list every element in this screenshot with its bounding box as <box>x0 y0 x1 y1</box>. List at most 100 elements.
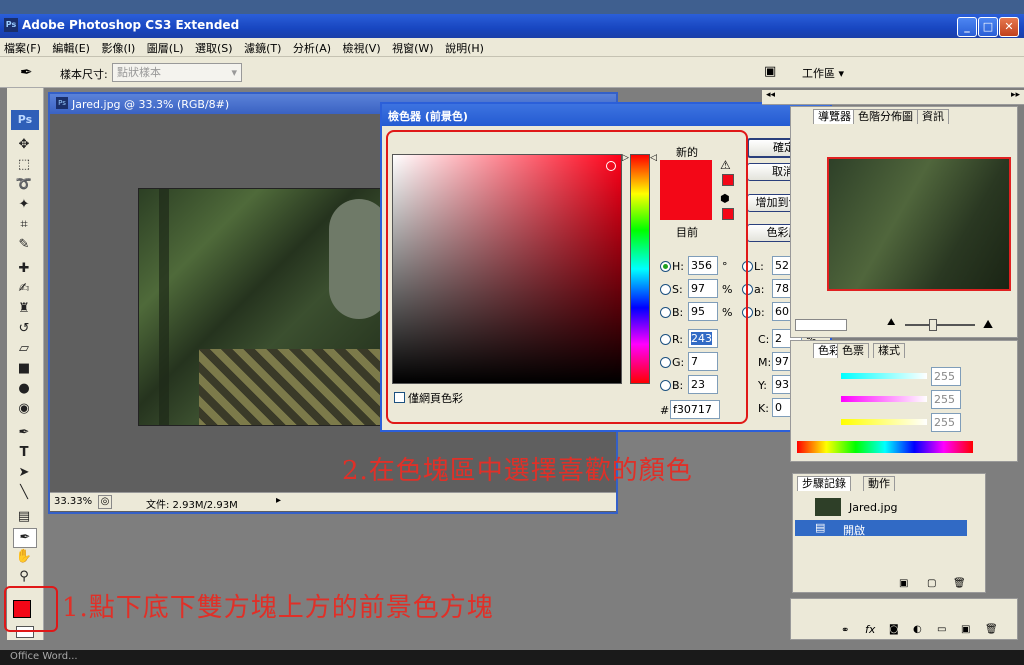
menu-file[interactable]: 檔案(F) <box>0 38 45 56</box>
camera-icon[interactable]: ▣ <box>764 64 776 79</box>
new-snapshot-icon[interactable]: ▣ <box>899 578 908 589</box>
eyedropper-tool-icon[interactable]: ✒ <box>13 528 37 548</box>
new-document-icon[interactable]: ▢ <box>927 578 936 589</box>
snapshot-name: Jared.jpg <box>849 501 898 514</box>
brush-tool-icon[interactable]: ✍ <box>13 280 35 298</box>
sample-size-value: 點狀樣本 <box>117 66 161 79</box>
healing-brush-icon[interactable]: ✚ <box>13 260 35 278</box>
link-layers-icon[interactable]: ⚭ <box>841 625 849 636</box>
menu-layer[interactable]: 圖層(L) <box>143 38 188 56</box>
menu-help[interactable]: 說明(H) <box>441 38 488 56</box>
document-status-bar: 33.33% ◎ 文件: 2.93M/2.93M ▸ <box>50 492 616 511</box>
zoom-in-icon[interactable]: ⛰ <box>983 317 993 332</box>
color-ramp[interactable] <box>797 441 973 453</box>
dodge-tool-icon[interactable]: ◉ <box>13 400 35 418</box>
trash-icon[interactable]: 🗑 <box>953 578 966 589</box>
title-bar: Ps Adobe Photoshop CS3 Extended _ □ ✕ <box>0 14 1024 38</box>
picker-title-bar[interactable]: 檢色器 (前景色) ✕ <box>382 104 830 126</box>
file-info: 文件: 2.93M/2.93M <box>146 500 238 511</box>
blur-tool-icon[interactable]: ● <box>13 380 35 398</box>
history-item-open[interactable]: ▤ 開啟 <box>795 520 967 537</box>
annotation-step2: 2.在色塊區中選擇喜歡的顏色 <box>342 456 693 486</box>
fx-icon[interactable]: fx <box>865 623 875 636</box>
toolbox: Ps ✥ ⬚ ➰ ✦ ⌗ ✎ ✚ ✍ ♜ ↺ ▱ ■ ● ◉ ✒ T ➤ ╲ ▤… <box>7 88 44 640</box>
tab-histogram[interactable]: 色階分佈圖 <box>853 109 918 124</box>
zoom-tool-icon[interactable]: ⚲ <box>13 568 35 586</box>
menu-window[interactable]: 視窗(W) <box>388 38 437 56</box>
menu-analysis[interactable]: 分析(A) <box>289 38 335 56</box>
hand-tool-icon[interactable]: ✋ <box>13 548 35 566</box>
image-face <box>329 199 385 319</box>
magic-wand-icon[interactable]: ✦ <box>13 196 35 214</box>
menu-filter[interactable]: 濾鏡(T) <box>240 38 285 56</box>
expand-arrows-icon[interactable]: ▸▸ <box>1011 90 1020 100</box>
panel-dock-header: ◂◂ ▸▸ <box>762 90 1024 105</box>
document-image[interactable] <box>138 188 386 426</box>
notes-tool-icon[interactable]: ▤ <box>13 508 35 526</box>
zoom-slider-thumb[interactable] <box>929 319 937 331</box>
history-brush-icon[interactable]: ↺ <box>13 320 35 338</box>
menu-edit[interactable]: 編輯(E) <box>48 38 94 56</box>
sample-size-select[interactable]: 點狀樣本 ▾ <box>112 63 242 82</box>
move-tool-icon[interactable]: ✥ <box>13 136 35 154</box>
menu-bar: 檔案(F) 編輯(E) 影像(I) 圖層(L) 選取(S) 濾鏡(T) 分析(A… <box>0 38 1024 57</box>
menu-image[interactable]: 影像(I) <box>97 38 139 56</box>
slice-tool-icon[interactable]: ✎ <box>13 236 35 254</box>
crop-tool-icon[interactable]: ⌗ <box>13 216 35 234</box>
zoom-level[interactable]: 33.33% <box>54 496 92 507</box>
options-bar: ✒ 樣本尺寸: 點狀樣本 ▾ ▣ 工作區 ▾ <box>0 57 1024 88</box>
eyedropper-icon[interactable]: ✒ <box>20 63 33 81</box>
image-shadow <box>159 189 169 425</box>
status-menu-icon[interactable]: ◎ <box>98 495 112 509</box>
b-value[interactable]: 255 <box>931 413 961 432</box>
picker-title: 檢色器 (前景色) <box>388 110 468 123</box>
collapse-arrows-icon[interactable]: ◂◂ <box>766 90 775 100</box>
g-value[interactable]: 255 <box>931 390 961 409</box>
pen-tool-icon[interactable]: ✒ <box>13 424 35 442</box>
taskbar-item[interactable]: Office Word... <box>10 651 78 662</box>
b-color-slider[interactable] <box>841 419 927 425</box>
clone-stamp-icon[interactable]: ♜ <box>13 300 35 318</box>
tab-history[interactable]: 步驟記錄 <box>797 476 851 491</box>
history-snapshot-row[interactable]: Jared.jpg <box>799 498 979 516</box>
type-tool-icon[interactable]: T <box>13 444 35 462</box>
window-title: Adobe Photoshop CS3 Extended <box>22 18 240 32</box>
adjustment-icon[interactable]: ◐ <box>913 624 922 635</box>
ps-logo: Ps <box>11 110 39 130</box>
tab-info[interactable]: 資訊 <box>917 109 949 124</box>
new-layer-icon[interactable]: ▣ <box>961 624 970 635</box>
color-panel: 色彩 色票 樣式 255 255 255 <box>790 340 1018 462</box>
delete-layer-icon[interactable]: 🗑 <box>985 624 998 635</box>
chevron-down-icon: ▾ <box>231 66 237 79</box>
path-select-icon[interactable]: ➤ <box>13 464 35 482</box>
highlight-foreground-swatch <box>4 586 58 632</box>
tab-actions[interactable]: 動作 <box>863 476 895 491</box>
g-color-slider[interactable] <box>841 396 927 402</box>
status-arrow-icon[interactable]: ▸ <box>276 495 281 506</box>
minimize-button[interactable]: _ <box>957 17 977 37</box>
workspace-menu[interactable]: 工作區 ▾ <box>802 65 844 81</box>
zoom-out-icon[interactable]: ⛰ <box>887 317 895 328</box>
close-button[interactable]: ✕ <box>999 17 1019 37</box>
navigator-thumbnail[interactable] <box>827 157 1011 291</box>
image-shirt <box>199 349 385 425</box>
lab-b-label: b: <box>754 306 765 319</box>
document-title: Jared.jpg @ 33.3% (RGB/8#) <box>72 98 230 111</box>
nav-zoom-box[interactable] <box>795 319 847 331</box>
folder-icon[interactable]: ▭ <box>937 624 946 635</box>
gradient-tool-icon[interactable]: ■ <box>13 360 35 378</box>
marquee-tool-icon[interactable]: ⬚ <box>13 156 35 174</box>
r-value[interactable]: 255 <box>931 367 961 386</box>
lasso-tool-icon[interactable]: ➰ <box>13 176 35 194</box>
tab-swatches[interactable]: 色票 <box>837 343 869 358</box>
r-color-slider[interactable] <box>841 373 927 379</box>
menu-view[interactable]: 檢視(V) <box>339 38 385 56</box>
mask-icon[interactable]: ◙ <box>889 624 899 635</box>
zoom-slider-track[interactable] <box>905 324 975 326</box>
menu-select[interactable]: 選取(S) <box>191 38 237 56</box>
tab-styles[interactable]: 樣式 <box>873 343 905 358</box>
tab-navigator[interactable]: 導覽器 <box>813 109 856 124</box>
line-tool-icon[interactable]: ╲ <box>13 484 35 502</box>
eraser-tool-icon[interactable]: ▱ <box>13 340 35 358</box>
maximize-button[interactable]: □ <box>978 17 998 37</box>
